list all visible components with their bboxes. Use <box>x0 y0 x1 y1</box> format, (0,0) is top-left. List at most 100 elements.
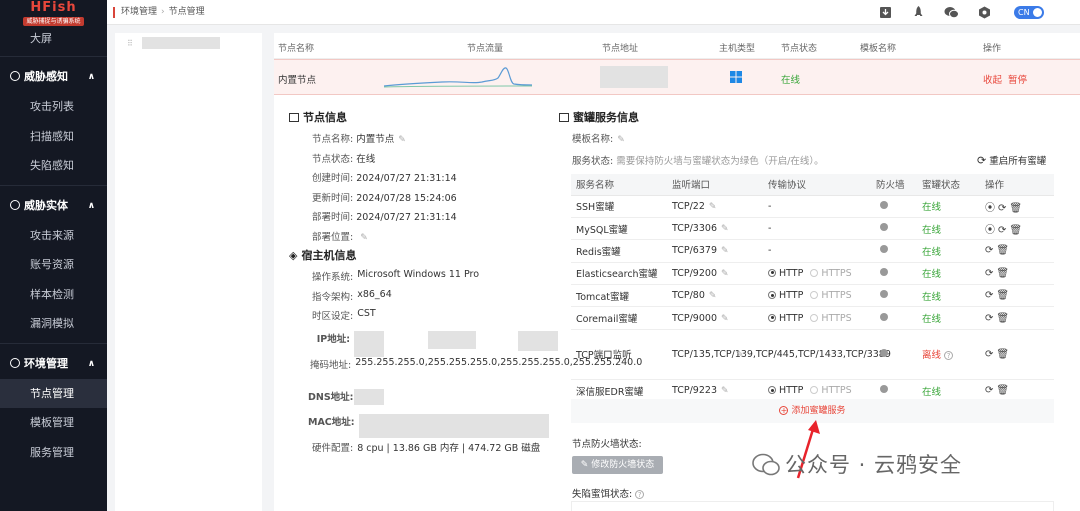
restart-icon[interactable]: ⟳ <box>985 313 996 324</box>
restart-icon[interactable]: ⟳ <box>985 385 996 396</box>
breadcrumb-current: 节点管理 <box>168 7 205 17</box>
sidebar-group-1[interactable]: 威胁实体 ∧ <box>0 191 107 221</box>
protocol: HTTP HTTPS <box>763 262 871 286</box>
edit-firewall-button[interactable]: ✎ 修改防火墙状态 <box>572 456 663 474</box>
node-info-row: 部署位置: ✎ <box>312 231 368 243</box>
sidebar-item-1-3[interactable]: 漏洞模拟 <box>0 309 107 339</box>
service-name: Coremail蜜罐 <box>571 306 667 330</box>
honeypot-row: MySQL蜜罐 TCP/3306 ✎ - 在线 ⦿⟳🗑 <box>571 217 1054 241</box>
edit-icon[interactable]: ✎ <box>721 386 729 396</box>
collapse-button[interactable]: 收起 <box>983 72 1002 86</box>
help-icon[interactable]: ? <box>635 490 645 499</box>
service-name: MySQL蜜罐 <box>571 217 667 241</box>
download-icon[interactable] <box>877 4 893 20</box>
honeypot-status: 在线 <box>917 239 980 263</box>
radio-https[interactable] <box>810 313 819 322</box>
restart-icon[interactable]: ⟳ <box>998 225 1009 236</box>
main-panel: 节点名称 节点流量 节点地址 主机类型 节点状态 模板名称 操作 内置节点 在线 收起 暂停… <box>274 33 1080 511</box>
sidebar-item-2-1[interactable]: 模板管理 <box>0 408 107 438</box>
listen-port: TCP/6379 ✎ <box>667 239 763 263</box>
edit-icon[interactable]: ✎ <box>736 350 744 360</box>
row-actions: ⟳🗑 <box>980 329 1054 380</box>
restart-icon[interactable]: ⟳ <box>998 203 1009 214</box>
honeypot-row: Redis蜜罐 TCP/6379 ✎ - 在线 ⟳🗑 <box>571 239 1054 263</box>
node-row[interactable]: 内置节点 在线 收起 暂停 <box>274 59 1080 95</box>
code-icon <box>559 113 569 122</box>
windows-icon <box>730 71 742 83</box>
delete-icon[interactable]: 🗑 <box>996 290 1012 301</box>
delete-icon[interactable]: 🗑 <box>996 268 1012 279</box>
delete-icon[interactable]: 🗑 <box>1009 225 1025 236</box>
drag-handle-icon[interactable]: ⠿ <box>127 39 133 48</box>
delete-icon[interactable]: 🗑 <box>996 313 1012 324</box>
language-toggle[interactable]: CN <box>1014 6 1044 19</box>
protocol: - <box>763 217 871 241</box>
delete-icon[interactable]: 🗑 <box>996 349 1012 360</box>
delete-icon[interactable]: 🗑 <box>996 245 1012 256</box>
delete-icon[interactable]: 🗑 <box>1009 203 1025 214</box>
radio-http[interactable] <box>768 386 776 395</box>
radio-https[interactable] <box>810 291 819 300</box>
rocket-icon[interactable] <box>910 4 926 20</box>
honeypot-status: 离线 ? <box>917 329 980 380</box>
group-icon <box>10 71 20 81</box>
restart-icon[interactable]: ⟳ <box>985 245 996 256</box>
sidebar-item-dashboard[interactable]: 大屏 <box>0 28 107 52</box>
restart-icon[interactable]: ⟳ <box>985 290 996 301</box>
restart-icon[interactable]: ⟳ <box>985 349 996 360</box>
sidebar-item-2-2[interactable]: 服务管理 <box>0 438 107 468</box>
node-info-title: 节点信息 <box>289 109 347 125</box>
sidebar-item-1-1[interactable]: 账号资源 <box>0 250 107 280</box>
stop-icon[interactable]: ⦿ <box>985 225 998 236</box>
edit-icon[interactable]: ✎ <box>721 246 729 256</box>
settings-icon[interactable] <box>976 4 992 20</box>
host-info-row: 操作系统: Microsoft Windows 11 Pro <box>312 269 480 283</box>
honeypot-row: Tomcat蜜罐 TCP/80 ✎ HTTP HTTPS 在线 ⟳🗑 <box>571 284 1054 308</box>
breadcrumb-root[interactable]: 环境管理 <box>121 7 157 17</box>
radio-http[interactable] <box>768 268 776 277</box>
radio-https[interactable] <box>810 386 819 395</box>
help-icon[interactable]: ? <box>944 351 954 361</box>
firewall-indicator <box>871 262 917 286</box>
edit-icon[interactable]: ✎ <box>721 314 729 324</box>
radio-https[interactable] <box>810 268 819 277</box>
edit-icon[interactable]: ✎ <box>709 202 717 212</box>
card-icon <box>289 113 299 122</box>
node-list-item[interactable]: ⠿ <box>127 37 262 49</box>
radio-http[interactable] <box>768 291 776 300</box>
sidebar-group-2[interactable]: 环境管理 ∧ <box>0 349 107 379</box>
restart-all-button[interactable]: ⟳ 重启所有蜜罐 <box>977 153 1046 167</box>
sidebar-item-0-0[interactable]: 攻击列表 <box>0 92 107 122</box>
restart-icon[interactable]: ⟳ <box>985 268 996 279</box>
sidebar-group-0[interactable]: 威胁感知 ∧ <box>0 62 107 92</box>
chevron-up-icon: ∧ <box>87 72 95 82</box>
pause-button[interactable]: 暂停 <box>1008 72 1027 86</box>
edit-icon[interactable]: ✎ <box>398 135 406 145</box>
host-info-row: 指令架构: x86_64 <box>312 289 392 303</box>
sidebar-item-1-2[interactable]: 样本检测 <box>0 280 107 310</box>
logo[interactable]: HFish 威胁捕捉与诱骗系统 <box>0 0 107 28</box>
row-actions: ⦿⟳🗑 <box>980 217 1054 241</box>
row-actions: ⟳🗑 <box>980 262 1054 286</box>
edit-icon[interactable]: ✎ <box>709 291 717 301</box>
honeypot-info-title: 蜜罐服务信息 <box>559 109 639 125</box>
host-info-row: 时区设定: CST <box>312 308 376 322</box>
firewall-indicator <box>871 284 917 308</box>
edit-icon[interactable]: ✎ <box>617 135 625 145</box>
stop-icon[interactable]: ⦿ <box>985 203 998 214</box>
plus-icon: + <box>779 406 789 415</box>
sidebar-item-1-0[interactable]: 攻击来源 <box>0 221 107 251</box>
delete-icon[interactable]: 🗑 <box>996 385 1012 396</box>
edit-icon[interactable]: ✎ <box>360 233 368 243</box>
radio-http[interactable] <box>768 313 776 322</box>
edit-icon[interactable]: ✎ <box>721 224 729 234</box>
redacted <box>518 331 558 351</box>
sidebar-item-2-0[interactable]: 节点管理 <box>0 378 107 408</box>
template-name: 模板名称: ✎ <box>572 134 625 145</box>
sidebar-item-0-2[interactable]: 失陷感知 <box>0 151 107 181</box>
chat-icon[interactable] <box>943 4 959 20</box>
edit-icon[interactable]: ✎ <box>721 269 729 279</box>
trap-table <box>571 501 1054 511</box>
sidebar-item-0-1[interactable]: 扫描感知 <box>0 122 107 152</box>
host-info-row: MAC地址: <box>308 414 549 438</box>
